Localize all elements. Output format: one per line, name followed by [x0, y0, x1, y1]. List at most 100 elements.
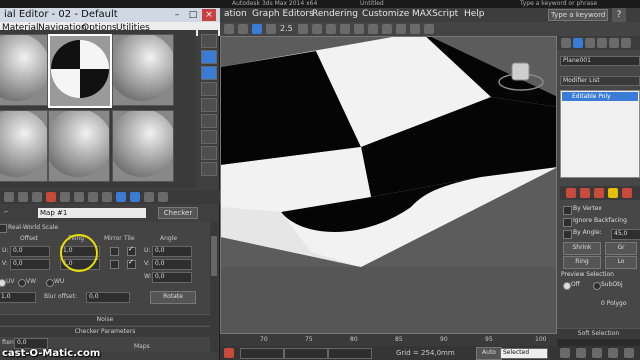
modifier-list-dropdown[interactable]: Modifier List — [560, 76, 640, 86]
vertex-mode-icon[interactable] — [566, 188, 576, 198]
align-icon[interactable] — [326, 24, 336, 34]
sample-slot-3[interactable] — [112, 34, 174, 106]
w-angle-field[interactable]: 0,0 — [152, 272, 192, 283]
noise-rollout[interactable]: Noise — [0, 314, 210, 325]
sample-slot-1[interactable] — [0, 34, 48, 106]
show-map-in-viewport-icon[interactable] — [116, 192, 126, 202]
get-material-icon[interactable] — [4, 192, 14, 202]
curve-editor-icon[interactable] — [354, 24, 364, 34]
params-scrollbar-thumb[interactable] — [211, 236, 217, 276]
snap-icon[interactable] — [298, 24, 308, 34]
loop-button[interactable]: Lo — [605, 256, 637, 269]
background-icon[interactable] — [201, 66, 217, 80]
map-name-select[interactable]: Map #1 — [38, 208, 146, 218]
rotate-button[interactable]: Rotate — [150, 291, 196, 304]
x-coordinate-field[interactable] — [240, 348, 284, 359]
soft-selection-rollout[interactable]: Soft Selection — [557, 328, 640, 339]
grow-button[interactable]: Gr — [605, 242, 637, 255]
ring-button[interactable]: Ring — [563, 256, 601, 269]
angle-snap-value[interactable]: 2.5 — [280, 24, 293, 33]
render-frame-icon[interactable] — [410, 24, 420, 34]
wu-radio[interactable] — [46, 279, 54, 287]
render-setup-icon[interactable] — [396, 24, 406, 34]
scale-icon[interactable] — [266, 24, 276, 34]
put-to-scene-icon[interactable] — [18, 192, 28, 202]
by-vertex-checkbox[interactable] — [563, 206, 572, 215]
pan-icon[interactable] — [608, 348, 618, 358]
assign-material-icon[interactable] — [32, 192, 42, 202]
material-editor-icon[interactable] — [382, 24, 392, 34]
hierarchy-tab-icon[interactable] — [585, 38, 595, 48]
modifier-stack[interactable] — [560, 90, 640, 178]
orbit-icon[interactable] — [624, 348, 634, 358]
create-tab-icon[interactable] — [561, 38, 571, 48]
next-frame-icon[interactable] — [576, 348, 586, 358]
reset-map-icon[interactable] — [46, 192, 56, 202]
render-icon[interactable] — [424, 24, 434, 34]
u-angle-field[interactable]: 0,0 — [152, 246, 192, 257]
uv-tiling-icon[interactable] — [201, 82, 217, 96]
menu-customize[interactable]: Customize — [362, 9, 409, 19]
perspective-viewport[interactable] — [220, 36, 557, 334]
polygon-mode-icon[interactable] — [608, 188, 618, 198]
auto-key-button[interactable]: Auto — [476, 347, 502, 360]
pick-icon[interactable]: ⌐ — [4, 209, 9, 216]
show-end-result-icon[interactable] — [130, 192, 140, 202]
go-forward-to-sibling-icon[interactable] — [158, 192, 168, 202]
schematic-icon[interactable] — [368, 24, 378, 34]
close-icon[interactable]: × — [202, 9, 216, 21]
video-color-check-icon[interactable] — [201, 98, 217, 112]
v-offset-field[interactable]: 0,0 — [10, 259, 50, 270]
checker-parameters-rollout[interactable]: Checker Parameters — [0, 326, 210, 337]
sample-slot-2-active[interactable] — [48, 34, 112, 108]
sample-slot-4[interactable] — [0, 110, 48, 182]
play-icon[interactable] — [560, 348, 570, 358]
v-angle-field[interactable]: 0,0 — [152, 259, 192, 270]
edge-mode-icon[interactable] — [580, 188, 590, 198]
backlight-icon[interactable] — [201, 50, 217, 64]
motion-tab-icon[interactable] — [597, 38, 607, 48]
preview-subobj-radio[interactable] — [593, 282, 601, 290]
rotate-icon[interactable] — [252, 24, 262, 34]
real-world-scale-checkbox[interactable] — [0, 224, 7, 233]
border-mode-icon[interactable] — [594, 188, 604, 198]
blur-offset-field[interactable]: 0,0 — [86, 292, 130, 303]
sample-slot-6[interactable] — [112, 110, 174, 182]
object-name-field[interactable]: Plane001 — [560, 56, 640, 66]
go-to-parent-icon[interactable] — [144, 192, 154, 202]
zoom-icon[interactable] — [592, 348, 602, 358]
preview-off-radio[interactable] — [563, 282, 571, 290]
minimize-icon[interactable]: – — [170, 9, 184, 21]
modifier-stack-item[interactable]: Editable Poly — [562, 92, 638, 101]
modify-tab-icon[interactable] — [573, 38, 583, 48]
select-by-material-icon[interactable] — [201, 146, 217, 160]
vw-radio[interactable] — [18, 279, 26, 287]
u-offset-field[interactable]: 0,0 — [10, 246, 50, 257]
blur-field[interactable]: 1,0 — [0, 292, 36, 303]
shrink-button[interactable]: Shrink — [563, 242, 601, 255]
menu-maxscript[interactable]: MAXScript — [412, 9, 458, 19]
layer-icon[interactable] — [340, 24, 350, 34]
v-mirror-checkbox[interactable] — [110, 260, 119, 269]
material-navigator-icon[interactable] — [201, 162, 217, 176]
timeline[interactable]: 70 75 80 85 90 95 100 — [220, 334, 557, 346]
sample-type-icon[interactable] — [201, 34, 217, 48]
menu-graph-editors[interactable]: Graph Editors — [252, 9, 314, 19]
u-tile-checkbox[interactable] — [127, 245, 136, 256]
move-icon[interactable] — [238, 24, 248, 34]
u-mirror-checkbox[interactable] — [110, 247, 119, 256]
put-to-library-icon[interactable] — [88, 192, 98, 202]
display-tab-icon[interactable] — [609, 38, 619, 48]
maximize-icon[interactable]: □ — [186, 9, 200, 21]
map-type-button[interactable]: Checker — [158, 207, 198, 219]
ignore-backfacing-checkbox[interactable] — [563, 218, 572, 227]
key-filter-select[interactable]: Selected — [500, 348, 548, 359]
help-icon[interactable]: ? — [612, 8, 626, 22]
y-coordinate-field[interactable] — [284, 348, 328, 359]
options-icon[interactable] — [201, 130, 217, 144]
z-coordinate-field[interactable] — [328, 348, 372, 359]
mirror-icon[interactable] — [312, 24, 322, 34]
element-mode-icon[interactable] — [622, 188, 632, 198]
sample-slot-5[interactable] — [48, 110, 110, 182]
menu-rendering[interactable]: Rendering — [312, 9, 358, 19]
